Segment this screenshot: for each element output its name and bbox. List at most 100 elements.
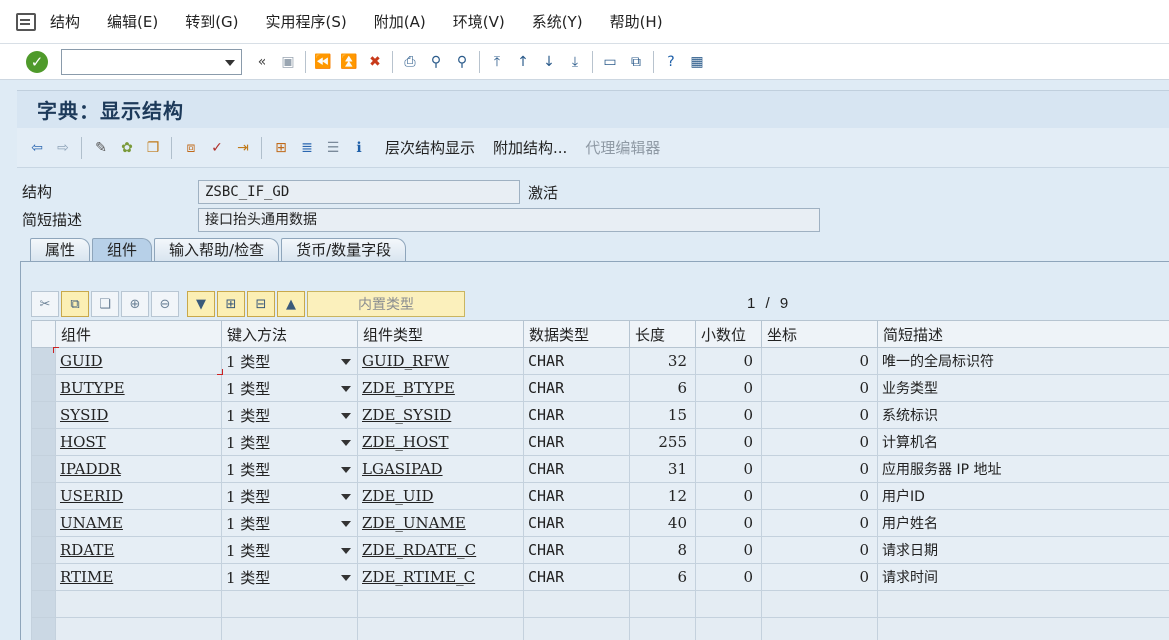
column-header[interactable]: 组件类型 xyxy=(357,320,524,348)
table-row[interactable]: GUID 1 类型 GUID_RFW CHAR 32 0 0 唯一的全局标识符 xyxy=(31,347,1169,375)
chevron-down-icon[interactable] xyxy=(341,548,351,554)
component-type-cell[interactable]: ZDE_BTYPE xyxy=(357,374,524,402)
empty-row[interactable] xyxy=(31,617,1169,640)
cancel-icon[interactable]: ✖ xyxy=(365,52,385,72)
tab-attributes[interactable]: 属性 xyxy=(30,238,91,262)
column-header[interactable]: 坐标 xyxy=(761,320,878,348)
component-cell[interactable]: HOST xyxy=(55,428,222,456)
component-type-link[interactable]: ZDE_HOST xyxy=(362,433,449,451)
empty-cell[interactable] xyxy=(55,590,222,618)
empty-cell[interactable] xyxy=(357,590,524,618)
empty-cell[interactable] xyxy=(357,617,524,640)
table-row[interactable]: UNAME 1 类型 ZDE_UNAME CHAR 40 0 0 用户姓名 xyxy=(31,509,1169,537)
deselect-icon[interactable]: ⊟ xyxy=(247,291,275,317)
component-name[interactable]: RTIME xyxy=(60,568,113,586)
align-icon[interactable]: ≣ xyxy=(297,138,317,158)
chevron-down-icon[interactable] xyxy=(341,440,351,446)
menu-environment[interactable]: 环境(V) xyxy=(453,11,505,32)
component-type-cell[interactable]: ZDE_SYSID xyxy=(357,401,524,429)
typing-method-cell[interactable]: 1 类型 xyxy=(221,509,358,537)
last-page-icon[interactable]: ⤓ xyxy=(565,52,585,72)
menu-goto[interactable]: 转到(G) xyxy=(185,11,238,32)
component-cell[interactable]: UNAME xyxy=(55,509,222,537)
chevron-down-icon[interactable] xyxy=(341,494,351,500)
chevron-down-icon[interactable] xyxy=(341,575,351,581)
chevron-down-icon[interactable] xyxy=(341,386,351,392)
table-row[interactable]: HOST 1 类型 ZDE_HOST CHAR 255 0 0 计算机名 xyxy=(31,428,1169,456)
typing-method-cell[interactable]: 1 类型 xyxy=(221,536,358,564)
row-selector[interactable] xyxy=(31,455,56,483)
menu-extras[interactable]: 附加(A) xyxy=(374,11,426,32)
documentation-icon[interactable]: ☰ xyxy=(323,138,343,158)
command-field[interactable] xyxy=(61,48,242,75)
copy-object-icon[interactable]: ❐ xyxy=(143,138,163,158)
column-header[interactable]: 数据类型 xyxy=(523,320,630,348)
table-row[interactable]: SYSID 1 类型 ZDE_SYSID CHAR 15 0 0 系统标识 xyxy=(31,401,1169,429)
typing-method-cell[interactable]: 1 类型 xyxy=(221,401,358,429)
typing-method-cell[interactable]: 1 类型 xyxy=(221,374,358,402)
column-header[interactable]: 键入方法 xyxy=(221,320,358,348)
menu-icon[interactable] xyxy=(16,12,36,31)
chevron-down-icon[interactable] xyxy=(341,359,351,365)
row-selector[interactable] xyxy=(31,617,56,640)
component-name[interactable]: GUID xyxy=(60,352,103,370)
table-row[interactable]: IPADDR 1 类型 LGASIPAD CHAR 31 0 0 应用服务器 IP 地址 xyxy=(31,455,1169,483)
exit-icon[interactable]: ⏫ xyxy=(339,52,359,72)
empty-row[interactable] xyxy=(31,590,1169,618)
sort-icon[interactable]: ▼ xyxy=(187,291,215,317)
row-selector[interactable] xyxy=(31,509,56,537)
row-selector-header[interactable] xyxy=(31,320,56,348)
back-arrow-icon[interactable]: ⇦ xyxy=(27,138,47,158)
component-cell[interactable]: BUTYPE xyxy=(55,374,222,402)
row-selector[interactable] xyxy=(31,428,56,456)
menu-structure[interactable]: 结构 xyxy=(50,11,80,32)
component-cell[interactable]: USERID xyxy=(55,482,222,510)
empty-cell[interactable] xyxy=(221,590,358,618)
typing-method-cell[interactable]: 1 类型 xyxy=(221,563,358,591)
paste-icon[interactable]: ❏ xyxy=(91,291,119,317)
menu-system[interactable]: 系统(Y) xyxy=(532,11,583,32)
hierarchy-display-button[interactable]: 层次结构显示 xyxy=(385,137,475,158)
hierarchy-icon[interactable]: ⊞ xyxy=(271,138,291,158)
layout-icon[interactable]: ▦ xyxy=(687,52,707,72)
help-icon[interactable]: ? xyxy=(661,52,681,72)
component-type-cell[interactable]: ZDE_UNAME xyxy=(357,509,524,537)
component-cell[interactable]: RDATE xyxy=(55,536,222,564)
empty-cell[interactable] xyxy=(761,590,878,618)
top-icon[interactable]: ▲ xyxy=(277,291,305,317)
tab-input-help[interactable]: 输入帮助/检查 xyxy=(154,238,280,262)
empty-cell[interactable] xyxy=(629,590,696,618)
empty-cell[interactable] xyxy=(523,590,630,618)
typing-method-cell[interactable]: 1 类型 xyxy=(221,482,358,510)
back-icon[interactable]: ⏪ xyxy=(313,52,333,72)
delete-row-icon[interactable]: ⊖ xyxy=(151,291,179,317)
table-row[interactable]: RTIME 1 类型 ZDE_RTIME_C CHAR 6 0 0 请求时间 xyxy=(31,563,1169,591)
append-structure-button[interactable]: 附加结构... xyxy=(493,137,567,158)
typing-method-cell[interactable]: 1 类型 xyxy=(221,347,358,375)
component-type-cell[interactable]: ZDE_HOST xyxy=(357,428,524,456)
enter-icon[interactable]: ✓ xyxy=(26,50,48,73)
cut-icon[interactable]: ✂ xyxy=(31,291,59,317)
empty-cell[interactable] xyxy=(695,617,762,640)
menu-help[interactable]: 帮助(H) xyxy=(610,11,663,32)
component-cell[interactable]: RTIME xyxy=(55,563,222,591)
component-name[interactable]: USERID xyxy=(60,487,123,505)
component-cell[interactable]: IPADDR xyxy=(55,455,222,483)
row-selector[interactable] xyxy=(31,563,56,591)
component-type-link[interactable]: GUID_RFW xyxy=(362,352,449,370)
row-selector[interactable] xyxy=(31,374,56,402)
first-page-icon[interactable]: ⤒ xyxy=(487,52,507,72)
menu-utilities[interactable]: 实用程序(S) xyxy=(266,11,347,32)
empty-cell[interactable] xyxy=(629,617,696,640)
component-type-link[interactable]: ZDE_UID xyxy=(362,487,434,505)
check-icon[interactable]: ✓ xyxy=(207,138,227,158)
row-selector[interactable] xyxy=(31,347,56,375)
component-type-cell[interactable]: ZDE_UID xyxy=(357,482,524,510)
chevron-down-icon[interactable] xyxy=(341,467,351,473)
empty-cell[interactable] xyxy=(877,617,1169,640)
row-selector[interactable] xyxy=(31,482,56,510)
component-type-cell[interactable]: LGASIPAD xyxy=(357,455,524,483)
component-type-link[interactable]: ZDE_RDATE_C xyxy=(362,541,476,559)
column-header[interactable]: 小数位 xyxy=(695,320,762,348)
component-type-link[interactable]: ZDE_UNAME xyxy=(362,514,466,532)
